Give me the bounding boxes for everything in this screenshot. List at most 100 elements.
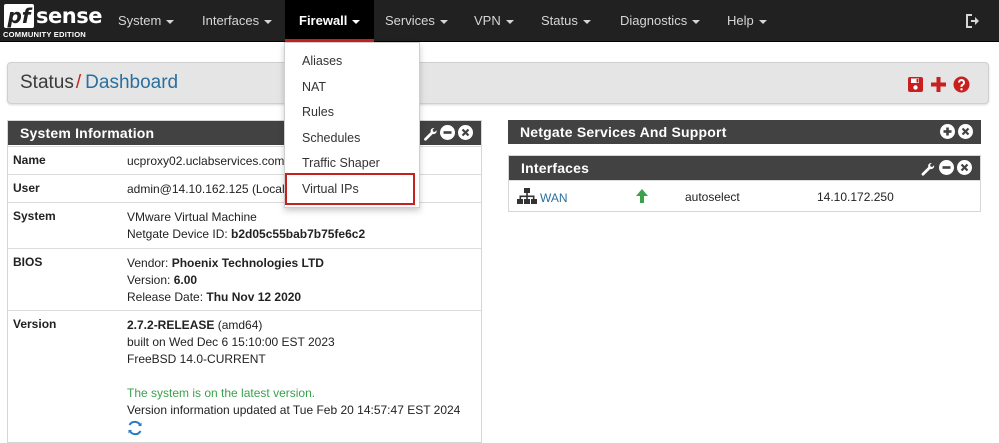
breadcrumb-separator: /	[75, 72, 82, 93]
status-up-icon	[635, 188, 649, 207]
add-icon[interactable]	[930, 76, 947, 93]
nav-interfaces[interactable]: Interfaces	[202, 0, 273, 42]
device-id-value: b2d05c55bab7b75fe6c2	[231, 227, 366, 241]
nav-label: Diagnostics	[620, 13, 688, 28]
caret-down-icon	[505, 19, 514, 24]
caret-down-icon	[439, 19, 448, 24]
nav-system[interactable]: System	[118, 0, 175, 42]
pfsense-logo[interactable]: pf sense COMMUNITY EDITION	[2, 4, 102, 39]
menu-item-aliases[interactable]: Aliases	[302, 54, 342, 68]
bios-version-line: Version: 6.00	[127, 272, 324, 289]
nav-label: System	[118, 13, 162, 28]
release-arch: (amd64)	[214, 318, 263, 332]
nav-label: Status	[541, 13, 578, 28]
name-label: Name	[13, 153, 46, 167]
netgate-services-panel: Netgate Services And Support	[508, 120, 981, 145]
version-value: 2.7.2-RELEASE (amd64) built on Wed Dec 6…	[127, 317, 460, 441]
header-actions	[907, 75, 970, 93]
interface-row: WAN autoselect 14.10.172.250	[509, 180, 980, 213]
interfaces-panel: Interfaces WAN autoselect 14.10.172.250	[508, 155, 981, 212]
nav-label: Firewall	[299, 13, 348, 28]
wrench-icon[interactable]	[919, 160, 936, 176]
release-line: 2.7.2-RELEASE (amd64)	[127, 317, 460, 334]
plus-icon[interactable]	[940, 124, 955, 139]
nav-vpn[interactable]: VPN	[474, 0, 514, 42]
user-value: admin@14.10.162.125 (Local	[127, 182, 285, 196]
bios-row: BIOS Vendor: Phoenix Technologies LTD Ve…	[8, 248, 481, 310]
bios-vendor-prefix: Vendor:	[127, 256, 172, 270]
caret-down-icon	[692, 19, 701, 24]
nav-diagnostics[interactable]: Diagnostics	[620, 0, 701, 42]
save-icon[interactable]	[907, 76, 924, 93]
panel-title: Netgate Services And Support	[520, 124, 727, 140]
refresh-icon[interactable]	[127, 420, 460, 441]
bios-release-prefix: Release Date:	[127, 290, 207, 304]
breadcrumb-dashboard[interactable]: Dashboard	[85, 72, 178, 93]
device-id-line: Netgate Device ID: b2d05c55bab7b75fe6c2	[127, 226, 365, 243]
bios-label: BIOS	[13, 255, 43, 269]
menu-item-traffic-shaper[interactable]: Traffic Shaper	[302, 156, 380, 170]
help-icon[interactable]	[953, 76, 970, 93]
update-status: The system is on the latest version.	[127, 386, 316, 400]
version-label: Version	[13, 317, 57, 331]
menu-item-schedules[interactable]: Schedules	[302, 131, 360, 145]
release-value: 2.7.2-RELEASE	[127, 318, 215, 332]
top-navbar: pf sense COMMUNITY EDITION System Interf…	[0, 0, 999, 42]
nav-status[interactable]: Status	[541, 0, 591, 42]
system-platform: VMware Virtual Machine	[127, 210, 257, 224]
version-row: Version 2.7.2-RELEASE (amd64) built on W…	[8, 310, 481, 443]
panel-title: System Information	[20, 125, 155, 141]
system-row: System VMware Virtual Machine Netgate De…	[8, 202, 481, 248]
wrench-icon[interactable]	[423, 125, 437, 141]
version-updated: Version information updated at Tue Feb 2…	[127, 403, 461, 417]
network-icon	[517, 188, 537, 207]
bios-value: Vendor: Phoenix Technologies LTD Version…	[127, 255, 324, 306]
nav-firewall[interactable]: Firewall	[285, 0, 375, 42]
interface-media: autoselect	[685, 190, 740, 204]
device-id-prefix: Netgate Device ID:	[127, 227, 232, 241]
built-line: built on Wed Dec 6 15:10:00 EST 2023	[127, 335, 335, 349]
user-label: User	[13, 181, 40, 195]
logo-sense: sense	[36, 4, 102, 28]
interface-wan-link[interactable]: WAN	[540, 191, 568, 205]
caret-down-icon	[264, 19, 273, 24]
bios-release-line: Release Date: Thu Nov 12 2020	[127, 289, 324, 306]
nav-label: Interfaces	[202, 13, 260, 28]
bios-version-prefix: Version:	[127, 273, 174, 287]
system-label: System	[13, 209, 56, 223]
panel-tools	[423, 125, 473, 141]
close-icon[interactable]	[458, 125, 473, 140]
interface-ip: 14.10.172.250	[817, 190, 894, 204]
breadcrumb-status: Status	[20, 72, 74, 93]
nav-label: VPN	[474, 13, 501, 28]
panel-heading: Netgate Services And Support	[508, 120, 981, 144]
minimize-icon[interactable]	[440, 125, 455, 140]
caret-down-icon	[758, 19, 767, 24]
panel-heading: Interfaces	[509, 156, 980, 180]
nav-services[interactable]: Services	[385, 0, 448, 42]
caret-down-icon	[582, 19, 591, 24]
logout-icon[interactable]	[964, 12, 982, 30]
menu-item-nat[interactable]: NAT	[302, 80, 326, 94]
close-icon[interactable]	[957, 160, 972, 175]
bios-vendor-value: Phoenix Technologies LTD	[171, 256, 324, 270]
system-value: VMware Virtual Machine Netgate Device ID…	[127, 209, 365, 243]
nav-label: Services	[385, 13, 435, 28]
minimize-icon[interactable]	[939, 160, 954, 175]
breadcrumb: Status / Dashboard	[20, 71, 178, 95]
bios-vendor-line: Vendor: Phoenix Technologies LTD	[127, 255, 324, 272]
panel-title: Interfaces	[521, 160, 590, 176]
nav-help[interactable]: Help	[727, 0, 767, 42]
caret-down-icon	[352, 19, 361, 24]
menu-item-rules[interactable]: Rules	[302, 105, 334, 119]
virtual-ips-highlight-box	[285, 173, 415, 205]
panel-tools	[940, 124, 973, 139]
panel-tools	[919, 160, 972, 176]
logo-pf: pf	[4, 4, 34, 28]
bios-version-value: 6.00	[173, 273, 198, 287]
close-icon[interactable]	[958, 124, 973, 139]
nav-label: Help	[727, 13, 754, 28]
bios-release-value: Thu Nov 12 2020	[206, 290, 302, 304]
logo-edition: COMMUNITY EDITION	[3, 30, 86, 39]
